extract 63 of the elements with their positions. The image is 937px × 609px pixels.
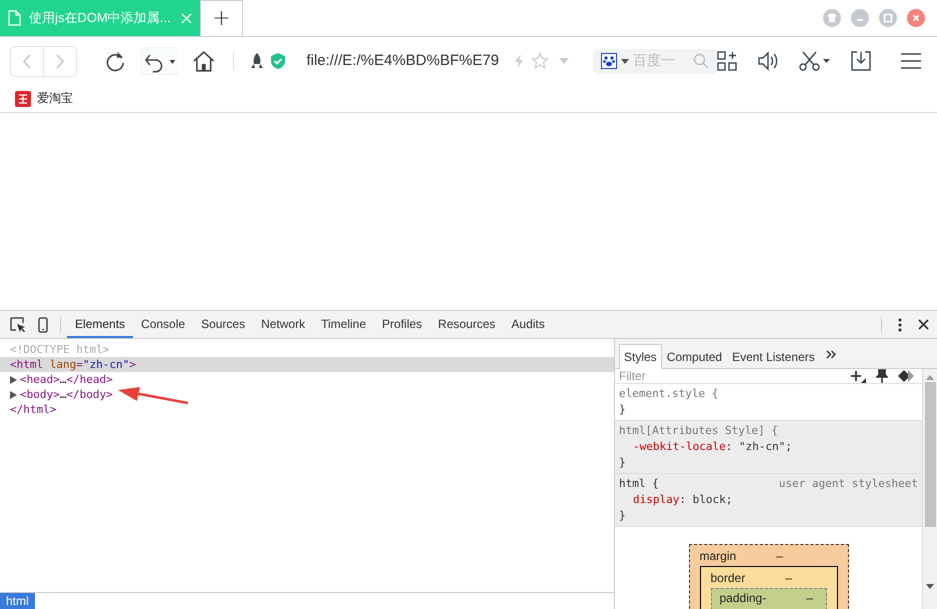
dom-node-text: <head>…</head> [20,372,113,387]
scrollbar[interactable] [922,369,937,609]
scroll-down-icon[interactable] [926,584,934,589]
devtools-tab[interactable]: Profiles [374,311,430,338]
star-icon[interactable] [531,52,550,70]
annotation-arrow [118,387,190,405]
css-selector: html { [619,476,659,492]
bag-icon [15,90,31,106]
inspect-icon[interactable] [10,316,26,332]
devtools-tab[interactable]: Audits [503,311,553,338]
home-icon[interactable] [192,49,216,73]
more-tabs-icon[interactable] [826,350,836,359]
menu-icon[interactable] [901,53,921,69]
bookmark-item[interactable]: 爱淘宝 [15,90,73,107]
undo-icon[interactable] [140,47,178,75]
stylesheet-source: user agent stylesheet [778,476,918,492]
box-label: border [710,571,746,585]
devtools-tab[interactable]: Network [253,311,314,338]
dom-node[interactable]: <head>…</head> [0,372,113,387]
speaker-icon[interactable] [757,51,779,71]
device-icon[interactable] [38,316,48,332]
apps-add-icon[interactable] [717,51,737,71]
dom-node[interactable]: <body>…</body> [0,387,113,402]
sidebar-tab[interactable]: Styles [619,344,662,369]
paw-icon[interactable] [601,53,618,69]
add-rule-icon[interactable] [850,369,866,383]
closing-brace: } [619,455,627,471]
box-value: – [785,571,792,585]
caret-icon[interactable] [621,58,630,64]
sidebar-tab[interactable]: Event Listeners [727,344,820,368]
devtools-tab[interactable]: Resources [430,311,504,338]
sidebar-tab[interactable]: Computed [662,344,728,368]
css-declaration: -webkit-locale: "zh-cn"; [632,439,793,455]
css-declaration: display: block; [632,492,734,508]
dom-node-text: <body>…</body> [20,387,113,402]
dom-node[interactable]: </html> [0,402,56,417]
scissors-icon[interactable] [799,51,831,71]
box-label: margin [700,549,736,563]
css-selector: element.style { [619,386,718,402]
rocket-icon[interactable] [250,52,264,70]
devtools-tab[interactable]: Console [133,311,194,338]
devtools-tab[interactable]: Timeline [313,311,374,338]
devtools-tab[interactable]: Elements [67,311,134,338]
css-selector: html[Attributes Style] { [619,423,778,439]
box-value: – [806,591,813,605]
shield-check-icon[interactable] [270,52,286,70]
address-bar[interactable]: file:///E:/%E4%BD%BF%E79 [306,51,500,71]
download-icon[interactable] [851,51,871,71]
box-label: padding- [720,591,766,605]
dom-node[interactable]: <html lang="zh-cn"> [0,357,614,372]
closing-brace: } [619,402,627,418]
closing-brace: } [619,508,627,524]
more-icon[interactable] [898,318,902,332]
dom-node-text: </html> [10,402,56,417]
close-icon[interactable] [918,319,929,330]
breadcrumb[interactable]: html [0,593,35,609]
new-tab-button[interactable]: + [200,0,243,36]
pin-icon[interactable] [876,369,888,383]
dom-node-text: <html lang="zh-cn"> [10,357,136,372]
box-value: – [776,549,783,563]
reload-icon[interactable] [105,50,127,72]
devtools-tab[interactable]: Sources [193,311,254,338]
element-state-icon[interactable] [898,370,914,382]
